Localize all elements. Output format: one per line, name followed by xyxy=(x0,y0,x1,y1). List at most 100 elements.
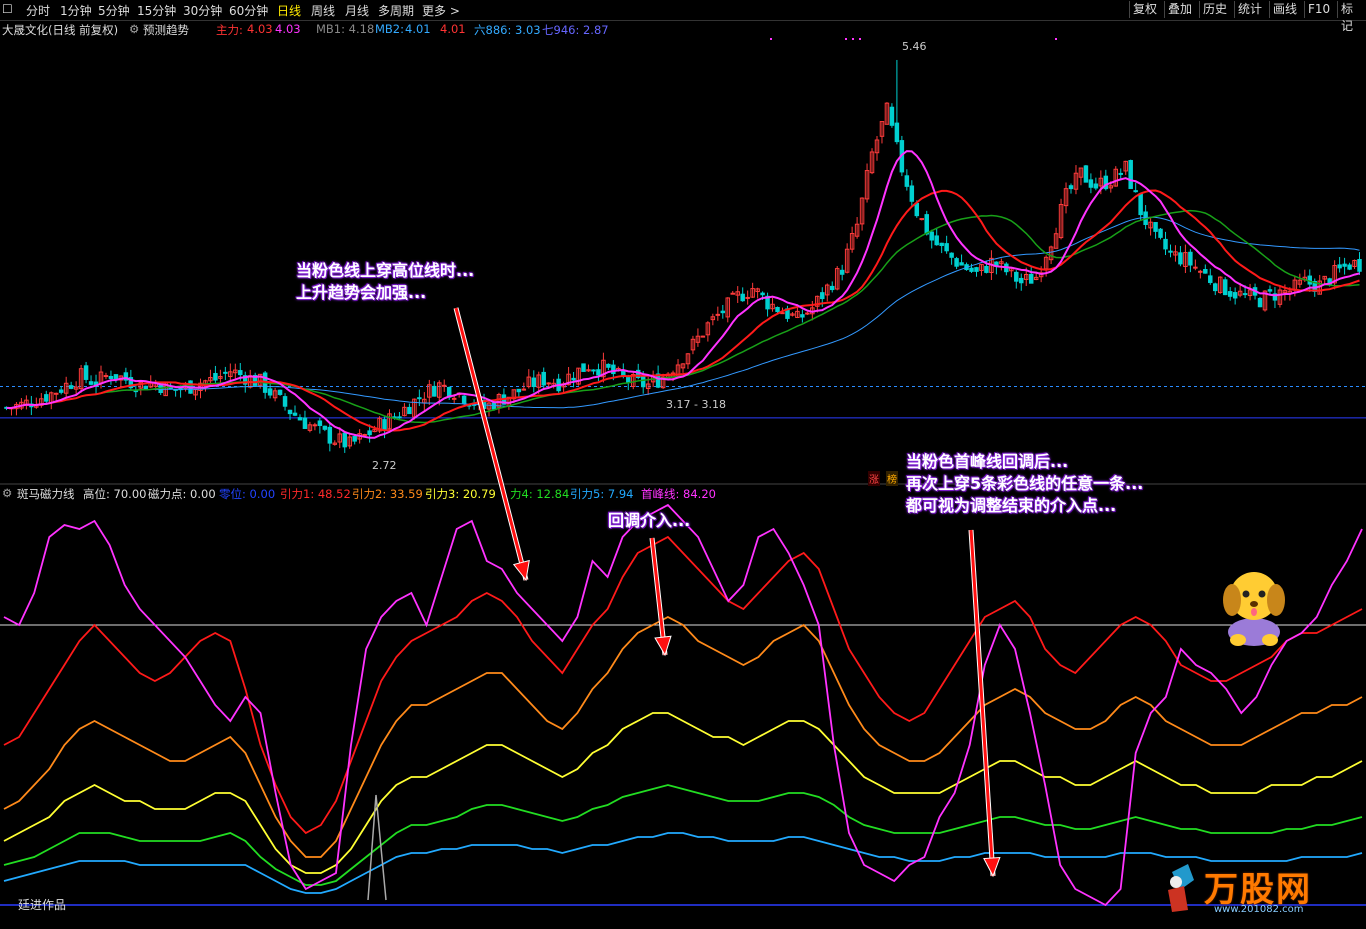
candle-body xyxy=(1337,264,1342,269)
candle-body xyxy=(889,106,895,126)
low-price-label: 2.72 xyxy=(372,459,397,472)
candle-body xyxy=(1193,266,1198,269)
candle-body xyxy=(1267,289,1273,292)
arrow-1 xyxy=(454,307,528,581)
candle-body xyxy=(68,385,74,389)
candle-body xyxy=(919,218,925,221)
candle-body xyxy=(720,310,726,314)
candle-body xyxy=(591,369,596,372)
candle-body xyxy=(327,426,333,444)
candle-body xyxy=(581,363,586,372)
candle-body xyxy=(640,375,646,388)
candle-body xyxy=(760,292,765,296)
candle-body xyxy=(297,417,303,421)
candle-body xyxy=(322,425,328,430)
candle-body xyxy=(382,419,387,431)
candle-body xyxy=(292,412,298,416)
candle-body xyxy=(1128,160,1133,189)
candle-body xyxy=(1242,293,1248,296)
range-label: 3.17 - 3.18 xyxy=(666,398,726,411)
candle-body xyxy=(1227,291,1233,297)
annotation-3: 当粉色首峰线回调后... 再次上穿5条彩色线的任意一条... 都可视为调整结束的… xyxy=(906,451,1143,517)
candle-body xyxy=(904,175,910,187)
candle-body xyxy=(108,375,114,380)
candle-body xyxy=(1133,190,1138,193)
candle-body xyxy=(451,397,457,400)
candle-body xyxy=(1178,252,1183,265)
candle-body xyxy=(531,377,537,388)
candle-body xyxy=(800,314,805,318)
signal-dot xyxy=(859,38,861,40)
candle-body xyxy=(302,417,308,429)
candle-body xyxy=(277,389,283,395)
candle-body xyxy=(974,267,979,272)
candle-body xyxy=(1163,238,1168,250)
annotation-1: 当粉色线上穿高位线时... 上升趋势会加强... xyxy=(296,260,474,304)
candle-body xyxy=(44,394,49,402)
candle-body xyxy=(839,269,845,275)
candle-body xyxy=(367,430,372,436)
candle-body xyxy=(949,252,954,258)
signal-dot xyxy=(1055,38,1057,40)
candle-body xyxy=(417,397,422,400)
annotation-3-line-3: 都可视为调整结束的介入点... xyxy=(906,496,1117,515)
candle-body xyxy=(944,243,949,252)
candle-body xyxy=(282,396,288,407)
candle-body xyxy=(352,435,357,442)
ma-blue-line xyxy=(6,216,1360,409)
candle-body xyxy=(805,312,810,315)
candle-body xyxy=(1232,292,1238,299)
rank-badge: 榜 xyxy=(886,471,898,486)
candle-body xyxy=(461,395,467,405)
watermark-site: www.201082.com xyxy=(1214,904,1304,915)
candle-body xyxy=(1093,183,1099,189)
author-credit: 廷进作品 xyxy=(18,898,67,912)
candle-body xyxy=(1138,193,1143,216)
yinli3-line xyxy=(3,712,1363,874)
candle-body xyxy=(312,424,318,427)
candle-body xyxy=(829,285,835,291)
candle-body xyxy=(954,258,959,267)
candle-body xyxy=(969,267,974,272)
candle-body xyxy=(267,388,273,396)
candle-body xyxy=(775,306,780,313)
candle-body xyxy=(1257,297,1263,308)
candle-body xyxy=(83,365,89,380)
dog-mascot-icon xyxy=(1223,572,1285,646)
candle-body xyxy=(287,409,293,415)
candle-body xyxy=(820,292,825,300)
candle-body xyxy=(1028,273,1034,284)
candle-body xyxy=(1357,259,1362,272)
arrow-2-head xyxy=(654,635,672,657)
annotation-2: 回调介入... xyxy=(608,511,691,530)
watermark: 万股网 www.201082.com xyxy=(1158,860,1338,924)
candle-body xyxy=(1347,264,1352,270)
ma-pink-line xyxy=(6,150,1360,439)
candle-body xyxy=(984,265,989,273)
high-price-label: 5.46 xyxy=(902,40,927,53)
candle-body xyxy=(1213,283,1218,292)
candle-body xyxy=(546,382,551,385)
candle-body xyxy=(407,406,412,415)
candle-body xyxy=(611,364,616,375)
candle-body xyxy=(1153,222,1158,232)
candle-body xyxy=(1168,250,1173,253)
signal-dot xyxy=(845,38,847,40)
candle-body xyxy=(934,235,939,246)
candle-body xyxy=(1014,271,1019,282)
annotation-3-line-1: 当粉色首峰线回调后... xyxy=(906,452,1069,471)
candle-body xyxy=(53,392,59,395)
candle-body xyxy=(914,202,920,217)
candle-body xyxy=(362,433,367,436)
limit-up-badge: 涨 xyxy=(868,471,880,486)
candle-body xyxy=(1222,279,1228,296)
candle-body xyxy=(1068,185,1074,190)
candle-body xyxy=(1203,269,1208,274)
candle-body xyxy=(317,420,323,426)
candle-body xyxy=(1118,172,1123,175)
candle-body xyxy=(1083,165,1089,183)
yinli2-line xyxy=(3,615,1363,858)
candle-body xyxy=(1188,251,1193,266)
candle-body xyxy=(740,293,745,302)
candle-body xyxy=(1158,228,1163,238)
